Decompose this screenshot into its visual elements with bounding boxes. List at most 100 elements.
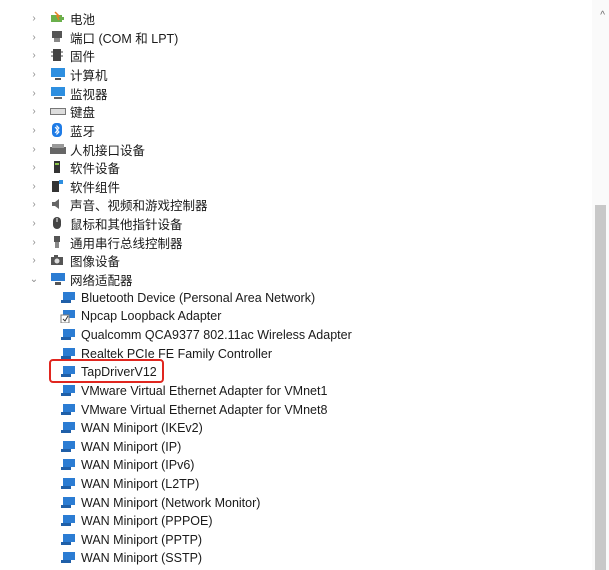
tree-item-software-devices[interactable]: › 软件设备 [28, 158, 120, 176]
keyboard-icon [50, 104, 66, 118]
tree-item-hid[interactable]: › 人机接口设备 [28, 140, 145, 158]
usb-icon [50, 235, 64, 249]
software-device-icon [50, 160, 64, 174]
highlight-box [49, 359, 164, 383]
network-adapter-icon [60, 384, 75, 398]
tree-item-label: 软件设备 [70, 161, 121, 176]
adapter-label: WAN Miniport (Network Monitor) [81, 496, 261, 510]
adapter-label: Npcap Loopback Adapter [81, 309, 222, 323]
tree-item-label: 端口 (COM 和 LPT) [70, 31, 179, 46]
network-adapter-icon [60, 403, 75, 417]
network-adapter-warning-icon [60, 309, 75, 323]
monitor-icon [50, 86, 65, 100]
tree-item-sound[interactable]: › 声音、视频和游戏控制器 [28, 195, 208, 213]
adapter-label: Bluetooth Device (Personal Area Network) [81, 291, 316, 305]
adapter-label: WAN Miniport (SSTP) [81, 551, 203, 565]
adapter-item[interactable]: Bluetooth Device (Personal Area Network) [60, 289, 315, 307]
tree-item-label: 鼠标和其他指针设备 [70, 217, 183, 232]
mouse-icon [50, 216, 64, 230]
adapter-item[interactable]: WAN Miniport (SSTP) [60, 549, 202, 567]
tree-item-monitor[interactable]: › 监视器 [28, 84, 108, 102]
chevron-right-icon[interactable]: › [28, 199, 40, 210]
chevron-right-icon[interactable]: › [28, 162, 40, 173]
chevron-right-icon[interactable]: › [28, 13, 40, 24]
tree-item-label: 监视器 [70, 87, 108, 102]
network-adapter-icon [60, 291, 75, 305]
chevron-down-icon[interactable]: ⌄ [28, 274, 40, 285]
bluetooth-icon [50, 123, 64, 137]
adapter-item[interactable]: WAN Miniport (PPPOE) [60, 512, 213, 530]
tree-item-imaging[interactable]: › 图像设备 [28, 251, 120, 269]
vertical-scrollbar[interactable]: ^ [592, 0, 609, 570]
camera-icon [50, 253, 64, 267]
tree-item-network-adapters[interactable]: ⌄ 网络适配器 [28, 270, 133, 288]
tree-item-label: 网络适配器 [70, 273, 133, 288]
device-tree: › 电池 › 端口 (COM 和 LPT) › 固件 › 计算机 › 监视器 › [0, 0, 592, 570]
adapter-item[interactable]: WAN Miniport (IP) [60, 438, 181, 456]
tree-item-label: 人机接口设备 [70, 143, 146, 158]
tree-item-ports[interactable]: › 端口 (COM 和 LPT) [28, 28, 178, 46]
chevron-right-icon[interactable]: › [28, 69, 40, 80]
adapter-item[interactable]: WAN Miniport (IKEv2) [60, 419, 203, 437]
computer-icon [50, 67, 65, 81]
adapter-label: VMware Virtual Ethernet Adapter for VMne… [81, 403, 328, 417]
tree-item-firmware[interactable]: › 固件 [28, 46, 95, 64]
chevron-right-icon[interactable]: › [28, 32, 40, 43]
scrollbar-thumb[interactable] [595, 205, 606, 570]
adapter-item[interactable]: WAN Miniport (IPv6) [60, 456, 194, 474]
adapter-label: WAN Miniport (L2TP) [81, 477, 200, 491]
firmware-icon [50, 48, 64, 62]
tree-item-software-components[interactable]: › 软件组件 [28, 177, 120, 195]
tree-item-label: 软件组件 [70, 180, 121, 195]
adapter-label: WAN Miniport (IKEv2) [81, 421, 203, 435]
network-adapter-icon [60, 551, 75, 565]
tree-item-label: 蓝牙 [70, 124, 96, 139]
network-adapter-icon [60, 533, 75, 547]
chevron-right-icon[interactable]: › [28, 50, 40, 61]
chevron-right-icon[interactable]: › [28, 106, 40, 117]
adapter-label: Qualcomm QCA9377 802.11ac Wireless Adapt… [81, 328, 352, 342]
battery-icon [50, 11, 64, 25]
speaker-icon [50, 197, 64, 211]
tree-item-mouse[interactable]: › 鼠标和其他指针设备 [28, 214, 183, 232]
network-adapter-icon [60, 440, 75, 454]
tree-item-keyboard[interactable]: › 键盘 [28, 102, 95, 120]
tree-item-label: 声音、视频和游戏控制器 [70, 198, 208, 213]
tree-item-label: 图像设备 [70, 254, 121, 269]
scroll-up-arrow-icon[interactable]: ^ [600, 10, 605, 21]
adapter-item[interactable]: VMware Virtual Ethernet Adapter for VMne… [60, 401, 327, 419]
adapter-label: WAN Miniport (IP) [81, 440, 182, 454]
adapter-item[interactable]: WAN Miniport (Network Monitor) [60, 494, 260, 512]
tree-item-computer[interactable]: › 计算机 [28, 65, 108, 83]
chevron-right-icon[interactable]: › [28, 237, 40, 248]
network-adapter-icon [60, 514, 75, 528]
tree-item-label: 通用串行总线控制器 [70, 236, 183, 251]
adapter-item[interactable]: Npcap Loopback Adapter [60, 307, 221, 325]
adapter-item[interactable]: WAN Miniport (PPTP) [60, 531, 202, 549]
adapter-item[interactable]: WAN Miniport (L2TP) [60, 475, 199, 493]
chevron-right-icon[interactable]: › [28, 181, 40, 192]
tree-item-label: 计算机 [70, 68, 108, 83]
software-component-icon [50, 179, 64, 193]
adapter-item[interactable]: Qualcomm QCA9377 802.11ac Wireless Adapt… [60, 326, 352, 344]
port-icon [50, 30, 64, 44]
chevron-right-icon[interactable]: › [28, 144, 40, 155]
tree-item-bluetooth[interactable]: › 蓝牙 [28, 121, 95, 139]
chevron-right-icon[interactable]: › [28, 125, 40, 136]
network-adapter-icon [60, 328, 75, 342]
chevron-right-icon[interactable]: › [28, 88, 40, 99]
tree-item-label: 键盘 [70, 105, 96, 120]
adapter-item[interactable]: VMware Virtual Ethernet Adapter for VMne… [60, 382, 327, 400]
chevron-right-icon[interactable]: › [28, 255, 40, 266]
adapter-label: WAN Miniport (PPTP) [81, 533, 203, 547]
tree-item-label: 电池 [70, 12, 96, 27]
hid-icon [50, 142, 66, 156]
tree-item-battery[interactable]: › 电池 [28, 9, 95, 27]
chevron-right-icon[interactable]: › [28, 218, 40, 229]
network-adapter-icon [50, 272, 65, 286]
tree-item-usb[interactable]: › 通用串行总线控制器 [28, 233, 183, 251]
network-adapter-icon [60, 477, 75, 491]
adapter-label: WAN Miniport (PPPOE) [81, 514, 213, 528]
network-adapter-icon [60, 496, 75, 510]
tree-item-label: 固件 [70, 49, 96, 64]
